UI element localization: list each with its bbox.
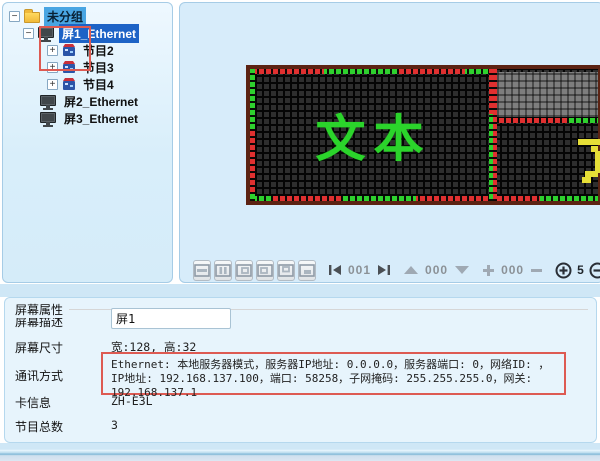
add-button[interactable] [482, 260, 495, 280]
monitor-icon [40, 112, 56, 123]
tree-item-screen2[interactable]: 屏2_Ethernet [3, 93, 172, 110]
comm-method-value: Ethernet: 本地服务器模式，服务器IP地址: 0.0.0.0，服务器端口… [111, 358, 558, 400]
last-page-button[interactable] [377, 260, 391, 280]
layout-split-vertical-button[interactable] [214, 260, 232, 281]
program-total-value: 3 [111, 418, 118, 432]
annotation-red-box-comm: Ethernet: 本地服务器模式，服务器IP地址: 0.0.0.0，服务器端口… [101, 352, 566, 395]
app-window: − 未分组 − 屏1_Ethernet + 节目2 + 节目3 + [0, 0, 600, 461]
program-icon [62, 78, 76, 91]
horizontal-splitter[interactable] [0, 284, 600, 297]
card-info-value: ZH-E3L [111, 394, 153, 408]
tree-item-ungrouped[interactable]: − 未分组 [3, 8, 172, 25]
preview-toolbar: 001 000 000 5 [187, 257, 599, 283]
led-border-top [250, 69, 489, 74]
properties-group-title: 屏幕属性 [15, 301, 69, 318]
tree-item-screen1[interactable]: − 屏1_Ethernet [3, 25, 172, 42]
led-window-text[interactable]: 文本 [250, 69, 489, 201]
folder-icon [24, 12, 40, 23]
layout-nested-top-button[interactable] [277, 260, 295, 281]
program-icon [62, 61, 76, 74]
comm-method-label: 通讯方式 [15, 367, 63, 384]
tree-item-program4[interactable]: + 节目4 [3, 76, 172, 93]
layout-split-horizontal-button[interactable] [193, 260, 211, 281]
zoom-level-value: 5 [577, 263, 584, 277]
expand-icon[interactable]: + [47, 79, 58, 90]
collapse-icon[interactable]: − [9, 11, 20, 22]
zoom-out-icon[interactable] [589, 260, 600, 280]
led-screen-preview[interactable]: 文本 [246, 65, 600, 205]
expand-icon[interactable]: + [47, 62, 58, 73]
move-up-button[interactable] [403, 260, 419, 280]
led-text-content: 文本 [308, 99, 432, 171]
preview-panel: 文本 [179, 2, 600, 283]
screen-description-input[interactable] [111, 308, 231, 329]
led-border-grey-bottom [497, 118, 598, 123]
tree-item-screen3[interactable]: 屏3_Ethernet [3, 110, 172, 127]
led-border-bottom [250, 196, 598, 201]
move-down-button[interactable] [454, 260, 470, 280]
step-counter-value: 000 [501, 263, 524, 277]
monitor-icon [38, 27, 54, 38]
device-tree: − 未分组 − 屏1_Ethernet + 节目2 + 节目3 + [3, 3, 172, 127]
program-total-label: 节目总数 [15, 418, 63, 435]
card-info-label: 卡信息 [15, 394, 51, 411]
zoom-in-icon[interactable] [555, 260, 572, 280]
program-icon [62, 44, 76, 57]
page-number-value: 001 [348, 263, 371, 277]
device-tree-panel: − 未分组 − 屏1_Ethernet + 节目2 + 节目3 + [2, 2, 173, 283]
first-page-button[interactable] [328, 260, 342, 280]
bottom-status-strip [0, 443, 600, 461]
layout-nested-left-button[interactable] [256, 260, 274, 281]
expand-icon[interactable]: + [47, 45, 58, 56]
led-window-grey-region[interactable] [497, 72, 598, 117]
collapse-icon[interactable]: − [23, 28, 34, 39]
led-border-left [250, 69, 255, 201]
tree-item-program2[interactable]: + 节目2 [3, 42, 172, 59]
remove-button[interactable] [530, 260, 543, 280]
tree-item-label[interactable]: 屏3_Ethernet [61, 109, 141, 128]
layout-cascade-button[interactable] [298, 260, 316, 281]
led-partial-yellow-glyph [566, 133, 600, 193]
groupbox-border [15, 309, 588, 310]
tree-item-program3[interactable]: + 节目3 [3, 59, 172, 76]
screen-properties-panel: 屏幕属性 屏幕描述 屏幕尺寸 宽:128, 高:32 通讯方式 Ethernet… [4, 297, 597, 443]
layout-nested-right-button[interactable] [235, 260, 253, 281]
monitor-icon [40, 95, 56, 106]
screen-size-label: 屏幕尺寸 [15, 339, 63, 356]
frame-counter-value: 000 [425, 263, 448, 277]
